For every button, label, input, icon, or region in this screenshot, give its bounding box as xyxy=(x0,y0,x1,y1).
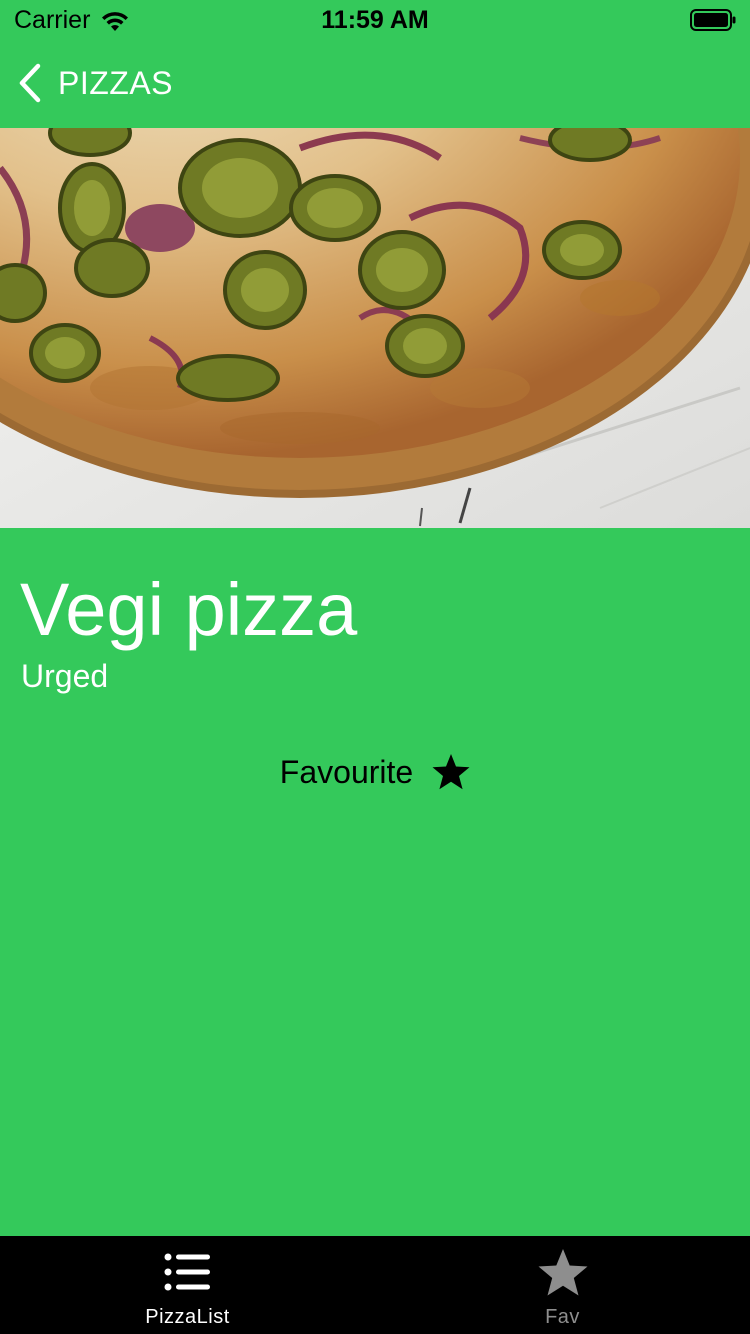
tab-fav[interactable]: Fav xyxy=(375,1236,750,1334)
nav-bar: PIZZAS xyxy=(0,40,750,128)
back-label: PIZZAS xyxy=(58,64,174,101)
tab-label: Fav xyxy=(545,1306,580,1328)
chevron-left-icon xyxy=(19,63,41,103)
status-bar: Carrier 11:59 AM xyxy=(0,0,750,40)
star-icon[interactable] xyxy=(431,752,471,792)
star-icon xyxy=(538,1249,587,1296)
tab-label: PizzaList xyxy=(145,1306,230,1328)
pizza-illustration xyxy=(0,128,750,528)
pizza-subtitle: Urged xyxy=(21,658,109,694)
pizza-image xyxy=(0,128,750,528)
list-icon xyxy=(164,1253,210,1291)
favourite-label: Favourite xyxy=(279,753,414,790)
favourite-toggle[interactable]: Favourite xyxy=(0,752,750,792)
battery-icon xyxy=(690,9,736,31)
tab-bar: PizzaList Fav xyxy=(0,1236,750,1334)
screen: Carrier 11:59 AM PIZZAS Vegi pizza Urged… xyxy=(0,0,750,1334)
back-button[interactable]: PIZZAS xyxy=(16,62,173,104)
clock: 11:59 AM xyxy=(321,6,429,34)
tab-pizzalist[interactable]: PizzaList xyxy=(0,1236,375,1334)
pizza-title: Vegi pizza xyxy=(20,568,358,651)
